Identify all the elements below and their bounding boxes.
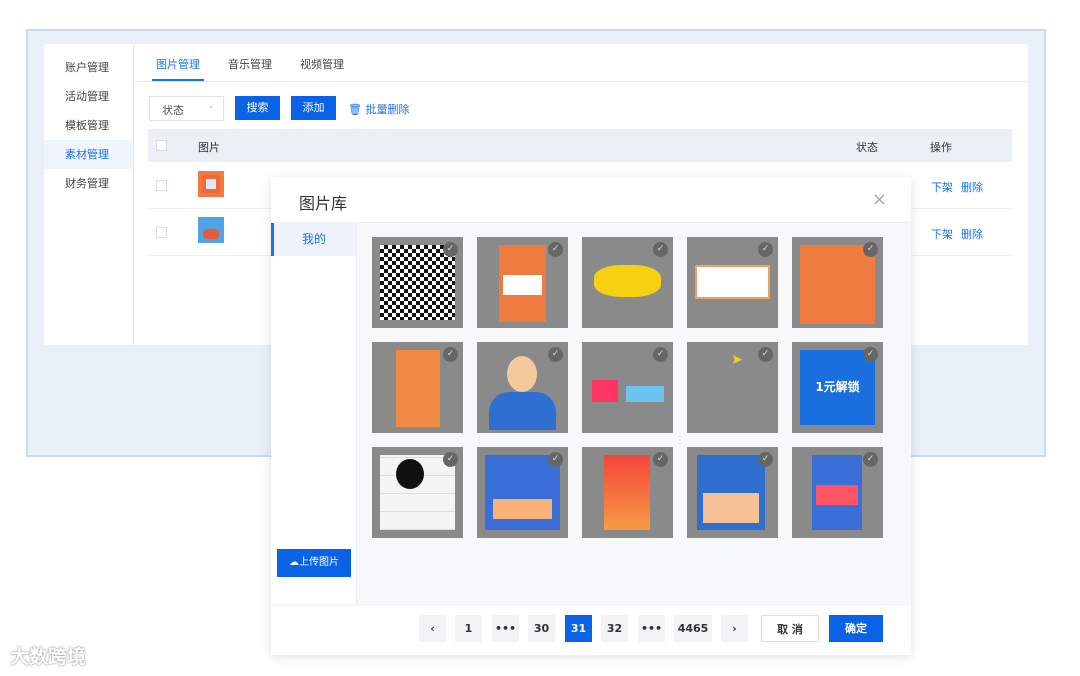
- check-icon[interactable]: ✓: [443, 452, 458, 467]
- check-icon[interactable]: ✓: [653, 452, 668, 467]
- page-4465[interactable]: 4465: [674, 615, 712, 642]
- check-icon[interactable]: ✓: [548, 347, 563, 362]
- image-thumbnail[interactable]: ✓: [477, 237, 568, 328]
- sidebar: 账户管理 活动管理 模板管理 素材管理 财务管理: [44, 44, 134, 345]
- check-icon[interactable]: ✓: [758, 242, 773, 257]
- sidebar-item-activity[interactable]: 活动管理: [44, 82, 133, 111]
- prev-page-button[interactable]: ‹: [419, 615, 446, 642]
- page-ellipsis[interactable]: •••: [492, 615, 519, 642]
- image-thumbnail[interactable]: ✓: [792, 237, 883, 328]
- image-thumbnail[interactable]: ✓: [687, 447, 778, 538]
- row-checkbox[interactable]: [156, 227, 167, 238]
- check-icon[interactable]: ✓: [443, 347, 458, 362]
- header-status: 状态: [856, 141, 878, 154]
- category-mine[interactable]: 我的: [271, 223, 356, 256]
- unlist-link[interactable]: 下架: [931, 179, 953, 195]
- sidebar-item-account[interactable]: 账户管理: [44, 53, 133, 82]
- batch-delete-button[interactable]: 🗑 批量删除: [348, 101, 409, 117]
- tab-images[interactable]: 图片管理: [152, 56, 204, 81]
- close-icon[interactable]: ×: [872, 189, 887, 210]
- status-select[interactable]: 状态 ⌄: [149, 96, 224, 121]
- delete-link[interactable]: 删除: [961, 179, 983, 195]
- trash-icon: 🗑: [348, 103, 362, 116]
- image-thumbnail[interactable]: ✓: [477, 447, 568, 538]
- page-32[interactable]: 32: [601, 615, 628, 642]
- chevron-down-icon: ⌄: [207, 101, 215, 111]
- image-thumbnail[interactable]: ✓: [372, 447, 463, 538]
- unlist-link[interactable]: 下架: [931, 226, 953, 242]
- modal-title: 图片库: [299, 194, 348, 213]
- tab-bar: 图片管理 音乐管理 视频管理: [134, 44, 1028, 82]
- add-button[interactable]: 添加: [291, 96, 336, 120]
- image-thumbnail[interactable]: ✓: [477, 342, 568, 433]
- image-library-modal: 图片库 × 我的 ☁上传图片 ✓ ✓ ✓ ✓ ✓ ✓ ✓ ✓ ➤ ✓ 1元解锁 ✓ ✓ ✓ ✓ ✓ ✓ ‹ 1 …: [271, 177, 911, 655]
- check-icon[interactable]: ✓: [863, 347, 878, 362]
- page-1[interactable]: 1: [455, 615, 482, 642]
- image-thumbnail[interactable]: ✓: [792, 447, 883, 538]
- delete-link[interactable]: 删除: [961, 226, 983, 242]
- cancel-button[interactable]: 取 消: [761, 615, 819, 642]
- upload-image-button[interactable]: ☁上传图片: [277, 549, 351, 577]
- row-thumbnail: [198, 217, 224, 243]
- row-checkbox[interactable]: [156, 180, 167, 191]
- status-select-value: 状态: [162, 104, 184, 117]
- image-thumbnail[interactable]: ➤ ✓: [687, 342, 778, 433]
- confirm-button[interactable]: 确定: [829, 615, 883, 642]
- image-thumbnail[interactable]: ✓: [372, 237, 463, 328]
- check-icon[interactable]: ✓: [548, 242, 563, 257]
- thumb-text: 1元解锁: [800, 350, 875, 425]
- select-all-checkbox[interactable]: [156, 140, 167, 151]
- image-thumbnail[interactable]: 1元解锁 ✓: [792, 342, 883, 433]
- row-thumbnail: [198, 171, 224, 197]
- check-icon[interactable]: ✓: [653, 242, 668, 257]
- page-30[interactable]: 30: [528, 615, 555, 642]
- modal-header: 图片库 ×: [271, 177, 911, 223]
- check-icon[interactable]: ✓: [758, 347, 773, 362]
- tab-music[interactable]: 音乐管理: [228, 56, 272, 72]
- header-image: 图片: [198, 141, 220, 154]
- page-ellipsis[interactable]: •••: [638, 615, 665, 642]
- batch-delete-label: 批量删除: [365, 103, 410, 116]
- tab-video[interactable]: 视频管理: [300, 56, 344, 72]
- sidebar-item-finance[interactable]: 财务管理: [44, 169, 133, 198]
- search-button[interactable]: 搜索: [235, 96, 280, 120]
- check-icon[interactable]: ✓: [443, 242, 458, 257]
- image-thumbnail[interactable]: ✓: [372, 342, 463, 433]
- watermark: 大数跨境: [10, 646, 87, 668]
- check-icon[interactable]: ✓: [863, 242, 878, 257]
- modal-footer: ‹ 1 ••• 30 31 32 ••• 4465 › 取 消 确定: [271, 604, 911, 655]
- check-icon[interactable]: ✓: [758, 452, 773, 467]
- check-icon[interactable]: ✓: [548, 452, 563, 467]
- page-31[interactable]: 31: [565, 615, 592, 642]
- cloud-upload-icon: ☁: [289, 557, 299, 568]
- check-icon[interactable]: ✓: [863, 452, 878, 467]
- image-thumbnail[interactable]: ✓: [582, 237, 673, 328]
- upload-label: 上传图片: [299, 557, 339, 568]
- image-thumbnail[interactable]: ✓: [582, 447, 673, 538]
- check-icon[interactable]: ✓: [653, 347, 668, 362]
- image-thumbnail[interactable]: ✓: [687, 237, 778, 328]
- category-list: 我的 ☁上传图片: [271, 223, 357, 604]
- sidebar-item-material[interactable]: 素材管理: [44, 140, 133, 169]
- table-header: 图片 状态 操作: [148, 129, 1012, 162]
- header-actions: 操作: [930, 141, 952, 154]
- sidebar-item-template[interactable]: 模板管理: [44, 111, 133, 140]
- next-page-button[interactable]: ›: [721, 615, 748, 642]
- image-grid: ✓ ✓ ✓ ✓ ✓ ✓ ✓ ✓ ➤ ✓ 1元解锁 ✓ ✓ ✓ ✓ ✓ ✓: [357, 223, 911, 604]
- image-thumbnail[interactable]: ✓: [582, 342, 673, 433]
